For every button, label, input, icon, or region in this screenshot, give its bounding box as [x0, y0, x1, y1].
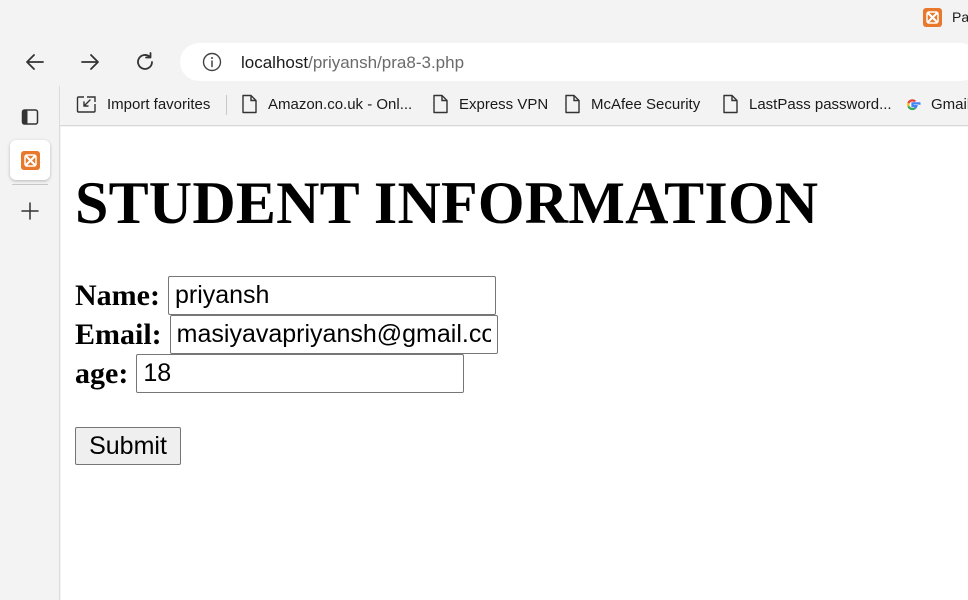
age-label: age: — [75, 356, 129, 390]
submit-button[interactable]: Submit — [75, 427, 181, 465]
age-field[interactable] — [136, 354, 465, 393]
page-content: STUDENT INFORMATION Name: Email: age: Su… — [61, 127, 968, 600]
favorite-label: Express VPN — [459, 95, 549, 113]
plus-icon[interactable] — [10, 191, 50, 231]
favorite-label: Amazon.co.uk - Onl... — [268, 95, 413, 113]
favorite-lastpass[interactable]: LastPass password... — [722, 86, 892, 122]
page-icon — [565, 94, 580, 114]
url-text[interactable]: localhost/priyansh/pra8-3.php — [241, 53, 464, 73]
email-field[interactable] — [169, 315, 498, 354]
favorite-amazon[interactable]: Amazon.co.uk - Onl... — [241, 86, 412, 122]
refresh-icon[interactable] — [129, 46, 161, 78]
age-row: age: — [75, 354, 465, 393]
xampp-icon[interactable] — [923, 8, 942, 27]
email-row: Email: — [75, 315, 498, 354]
name-row: Name: — [75, 276, 496, 315]
page-icon — [723, 94, 738, 114]
forward-arrow-icon[interactable] — [74, 46, 106, 78]
name-label: Name: — [75, 278, 160, 312]
favorite-label: LastPass password... — [749, 95, 892, 113]
url-host: localhost — [241, 53, 309, 72]
page-icon — [433, 94, 448, 114]
google-icon — [907, 98, 921, 110]
page-title: STUDENT INFORMATION — [75, 170, 819, 236]
favorite-label: McAfee Security — [591, 95, 701, 113]
info-icon[interactable] — [202, 52, 222, 72]
sidebar-tab-xampp[interactable] — [10, 140, 50, 180]
favorites-divider — [226, 95, 227, 115]
title-bar: Pa — [0, 0, 968, 38]
sidebar-divider — [12, 184, 48, 185]
name-field[interactable] — [167, 276, 496, 315]
url-path: /priyansh/pra8-3.php — [308, 53, 465, 72]
favorite-import[interactable]: Import favorites — [76, 86, 210, 122]
favorite-label: Gmail — [931, 95, 968, 113]
page-icon — [242, 94, 257, 114]
favorite-label: Import favorites — [107, 95, 211, 113]
email-label: Email: — [75, 317, 162, 351]
back-arrow-icon[interactable] — [19, 46, 51, 78]
favorite-gmail[interactable]: Gmail — [904, 86, 968, 122]
tab-actions-icon[interactable] — [10, 97, 50, 137]
favorite-express-vpn[interactable]: Express VPN — [432, 86, 548, 122]
navigation-bar: localhost/priyansh/pra8-3.php — [0, 38, 968, 86]
vertical-tab-strip — [0, 86, 60, 600]
favorites-bar: Import favorites Amazon.co.uk - Onl... E… — [60, 86, 968, 126]
import-favorites-icon — [76, 95, 96, 113]
xampp-icon — [20, 150, 40, 170]
favorite-mcafee[interactable]: McAfee Security — [564, 86, 700, 122]
address-bar[interactable]: localhost/priyansh/pra8-3.php — [180, 43, 968, 81]
tab-title[interactable]: Pa — [952, 9, 968, 25]
